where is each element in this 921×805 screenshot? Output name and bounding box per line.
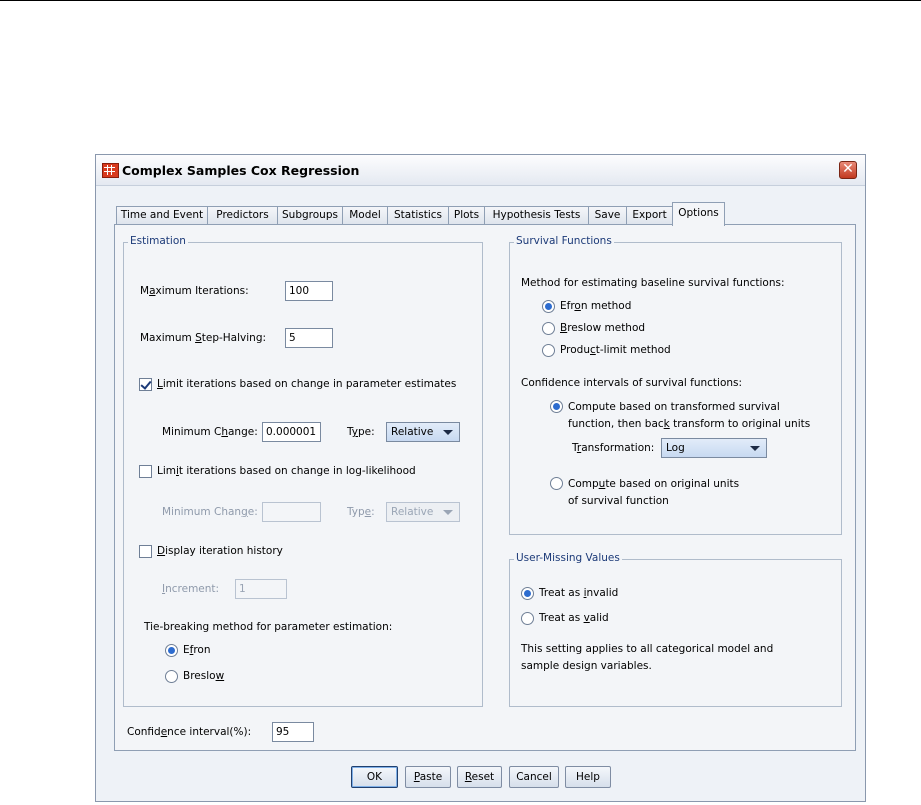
max-step-halving-label: Maximum Step-Halving:: [140, 332, 267, 344]
tab-strip: Time and Event Predictors Subgroups Mode…: [116, 202, 856, 226]
treat-invalid-radio[interactable]: [521, 587, 534, 600]
efron-method-label: Efron method: [560, 300, 632, 312]
min-change-input[interactable]: 0.000001: [262, 422, 321, 442]
type-label: Type:: [347, 426, 375, 438]
ok-button[interactable]: OK: [351, 766, 398, 788]
transformation-label: Transformation:: [572, 442, 655, 454]
close-button[interactable]: ✕: [839, 161, 857, 179]
cancel-button[interactable]: Cancel: [509, 766, 559, 788]
limit-param-label: Limit iterations based on change in para…: [157, 378, 457, 390]
treat-valid-radio[interactable]: [521, 612, 534, 625]
ci-transformed-line1: Compute based on transformed survival: [568, 401, 780, 413]
user-missing-note-line2: sample design variables.: [521, 660, 652, 672]
chevron-down-icon: [750, 446, 760, 451]
tab-save[interactable]: Save: [588, 206, 627, 225]
min-change2-input[interactable]: [262, 502, 321, 522]
ci-original-line2: of survival function: [568, 495, 669, 507]
increment-input[interactable]: 1: [235, 579, 287, 599]
tie-breslow-radio[interactable]: [165, 670, 178, 683]
user-missing-note-line1: This setting applies to all categorical …: [521, 643, 774, 655]
limit-param-checkbox[interactable]: [139, 378, 152, 391]
confidence-interval-label: Confidence interval(%):: [127, 726, 252, 738]
tie-efron-label: Efron: [183, 644, 211, 656]
title-bar: Complex Samples Cox Regression ✕: [96, 155, 865, 186]
user-missing-group: User-Missing Values Treat as invalid Tre…: [509, 552, 842, 707]
limit-loglik-checkbox[interactable]: [139, 465, 152, 478]
efron-method-radio[interactable]: [542, 300, 555, 313]
display-history-checkbox[interactable]: [139, 545, 152, 558]
treat-invalid-label: Treat as invalid: [539, 587, 619, 599]
help-button[interactable]: Help: [565, 766, 611, 788]
dialog-title: Complex Samples Cox Regression: [122, 163, 360, 178]
tab-options[interactable]: Options: [672, 202, 725, 226]
tie-breslow-label: Breslow: [183, 670, 225, 682]
tie-breaking-label: Tie-breaking method for parameter estima…: [144, 621, 393, 633]
min-change-label: Minimum Change:: [162, 426, 258, 438]
transformation-select[interactable]: Log: [661, 438, 767, 458]
ci-original-radio[interactable]: [550, 477, 563, 490]
estimation-group: Estimation Maximum Iterations: 100 Maxim…: [123, 235, 483, 707]
ci-transformed-radio[interactable]: [550, 400, 563, 413]
reset-button[interactable]: Reset: [457, 766, 502, 788]
treat-valid-label: Treat as valid: [539, 612, 609, 624]
limit-loglik-label: Limit iterations based on change in log-…: [157, 465, 416, 477]
display-history-label: Display iteration history: [157, 545, 283, 557]
tab-statistics[interactable]: Statistics: [387, 206, 449, 225]
max-iterations-input[interactable]: 100: [285, 281, 333, 301]
tab-time-and-event[interactable]: Time and Event: [116, 206, 208, 225]
tab-predictors[interactable]: Predictors: [207, 206, 278, 225]
tie-efron-radio[interactable]: [165, 644, 178, 657]
type2-label: Type:: [347, 506, 375, 518]
page-top-rule: [0, 0, 921, 1]
tab-subgroups[interactable]: Subgroups: [277, 206, 343, 225]
max-step-halving-input[interactable]: 5: [285, 328, 333, 348]
method-label: Method for estimating baseline survival …: [521, 277, 785, 289]
product-limit-radio[interactable]: [542, 344, 555, 357]
ci-label: Confidence intervals of survival functio…: [521, 377, 743, 389]
paste-button[interactable]: Paste: [405, 766, 451, 788]
cox-regression-dialog: Complex Samples Cox Regression ✕ Time an…: [95, 154, 866, 802]
chevron-down-icon: [443, 510, 453, 515]
tab-export[interactable]: Export: [626, 206, 673, 225]
estimation-group-title: Estimation: [128, 235, 188, 247]
options-panel: Estimation Maximum Iterations: 100 Maxim…: [114, 224, 856, 751]
breslow-method-label: Breslow method: [560, 322, 646, 334]
tab-plots[interactable]: Plots: [448, 206, 485, 225]
survival-functions-group: Survival Functions Method for estimating…: [509, 235, 842, 535]
survival-group-title: Survival Functions: [514, 235, 614, 247]
max-iterations-label: Maximum Iterations:: [140, 285, 249, 297]
tab-model[interactable]: Model: [342, 206, 388, 225]
confidence-interval-input[interactable]: 95: [272, 722, 314, 742]
ci-original-line1: Compute based on original units: [568, 478, 740, 490]
user-missing-group-title: User-Missing Values: [514, 552, 622, 564]
increment-label: Increment:: [162, 583, 220, 595]
min-change2-label: Minimum Change:: [162, 506, 258, 518]
ci-transformed-line2: function, then back transform to origina…: [568, 418, 811, 430]
type-select[interactable]: Relative: [386, 422, 460, 442]
breslow-method-radio[interactable]: [542, 322, 555, 335]
type2-select[interactable]: Relative: [386, 502, 460, 522]
tab-hypothesis-tests[interactable]: Hypothesis Tests: [484, 206, 589, 225]
chevron-down-icon: [443, 430, 453, 435]
product-limit-label: Product-limit method: [560, 344, 671, 356]
spreadsheet-app-icon: [102, 163, 119, 178]
